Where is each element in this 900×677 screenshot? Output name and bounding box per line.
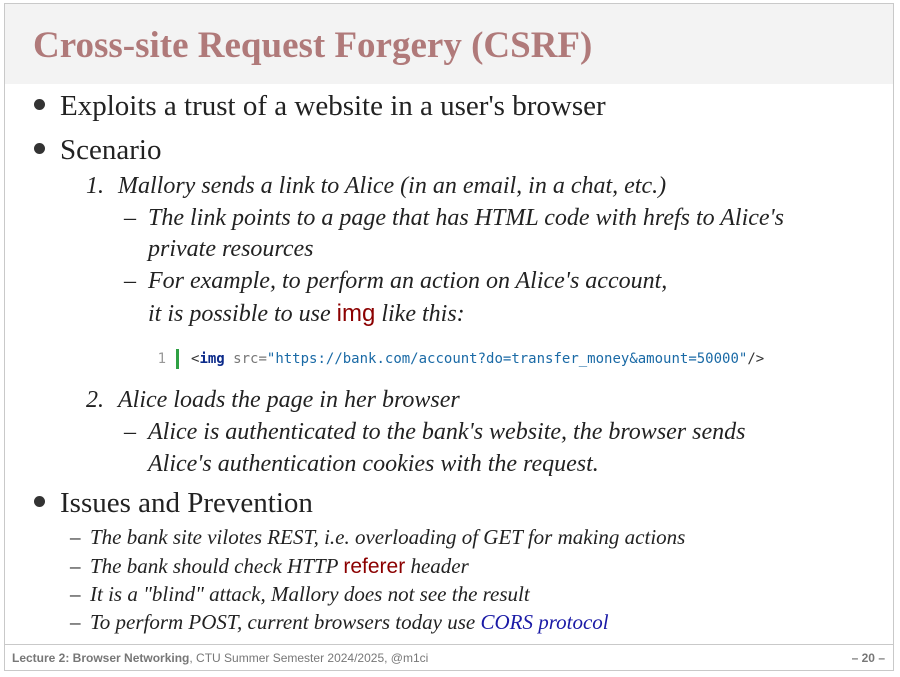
- slide-title: Cross-site Request Forgery (CSRF): [33, 25, 593, 66]
- footer-lecture: Lecture 2: Browser Networking: [12, 651, 190, 665]
- code-block: 1 <img src="https://bank.com/account?do=t…: [150, 346, 764, 372]
- bullet-exploits: Exploits a trust of a website in a user'…: [34, 90, 606, 123]
- dash-icon: –: [124, 268, 136, 294]
- bullet-dot-icon: [34, 496, 45, 507]
- code-gutter-marker: [176, 349, 179, 369]
- sub-text: The link points to a page that has HTML …: [148, 205, 785, 231]
- code-line-number: 1: [157, 351, 166, 367]
- sub-text-post: like this:: [375, 301, 465, 327]
- dash-icon: –: [124, 419, 136, 445]
- dash-icon: –: [70, 525, 81, 549]
- bullet-text: Exploits a trust of a website in a user'…: [60, 90, 606, 122]
- title-bar: Cross-site Request Forgery (CSRF): [5, 4, 893, 84]
- sub-text: Alice is authenticated to the bank's web…: [148, 419, 746, 445]
- dash-icon: –: [70, 582, 81, 606]
- footer-left: Lecture 2: Browser Networking, CTU Summe…: [12, 651, 428, 665]
- step-1-sub-2: – For example, to perform an action on Al…: [124, 268, 667, 295]
- dash-icon: –: [70, 610, 81, 634]
- bullet-text: Issues and Prevention: [60, 487, 313, 519]
- step-number: 2.: [86, 387, 104, 413]
- issue-text: It is a "blind" attack, Mallory does not…: [90, 582, 530, 606]
- step-1-sub-1-cont: private resources: [148, 236, 314, 262]
- inline-code-referer: referer: [343, 555, 406, 578]
- code-close: />: [747, 351, 765, 367]
- bullet-dot-icon: [34, 99, 45, 110]
- bullet-text: Scenario: [60, 134, 162, 166]
- step-1-sub-2-cont: it is possible to use img like this:: [148, 300, 465, 328]
- code-attr: src=: [224, 351, 267, 367]
- step-text: Mallory sends a link to Alice (in an ema…: [118, 173, 667, 199]
- step-1-sub-1: – The link points to a page that has HTML…: [124, 205, 784, 232]
- footer: Lecture 2: Browser Networking, CTU Summe…: [5, 644, 893, 670]
- issue-3: – It is a "blind" attack, Mallory does no…: [70, 582, 530, 607]
- footer-page-number: – 20 –: [851, 651, 885, 665]
- bullet-issues: Issues and Prevention: [34, 487, 313, 520]
- sub-text: For example, to perform an action on Ali…: [148, 268, 668, 294]
- step-1: 1. Mallory sends a link to Alice (in an e…: [86, 173, 666, 200]
- sub-text-pre: it is possible to use: [148, 301, 337, 327]
- step-2-sub-1-cont: Alice's authentication cookies with the …: [148, 451, 599, 477]
- step-number: 1.: [86, 173, 104, 199]
- issue-1: – The bank site vilotes REST, i.e. overlo…: [70, 525, 685, 550]
- code-value: "https://bank.com/account?do=transfer_mo…: [266, 351, 748, 367]
- bullet-dot-icon: [34, 143, 45, 154]
- issue-4: – To perform POST, current browsers today…: [70, 610, 609, 635]
- issue-text-post: header: [405, 554, 469, 578]
- issue-text-pre: The bank should check HTTP: [90, 554, 344, 578]
- step-2: 2. Alice loads the page in her browser: [86, 387, 460, 414]
- bullet-scenario: Scenario: [34, 134, 161, 167]
- step-2-sub-1: – Alice is authenticated to the bank's we…: [124, 419, 745, 446]
- step-text: Alice loads the page in her browser: [118, 387, 460, 413]
- code-tag: img: [199, 351, 225, 367]
- footer-course: , CTU Summer Semester 2024/2025, @m1ci: [189, 651, 429, 665]
- issue-text-pre: To perform POST, current browsers today …: [90, 610, 481, 634]
- dash-icon: –: [70, 554, 81, 578]
- dash-icon: –: [124, 205, 136, 231]
- inline-code-img: img: [336, 300, 376, 327]
- cors-protocol-link[interactable]: CORS protocol: [480, 610, 608, 634]
- issue-2: – The bank should check HTTP referer head…: [70, 554, 469, 579]
- issue-text: The bank site vilotes REST, i.e. overloa…: [90, 525, 686, 549]
